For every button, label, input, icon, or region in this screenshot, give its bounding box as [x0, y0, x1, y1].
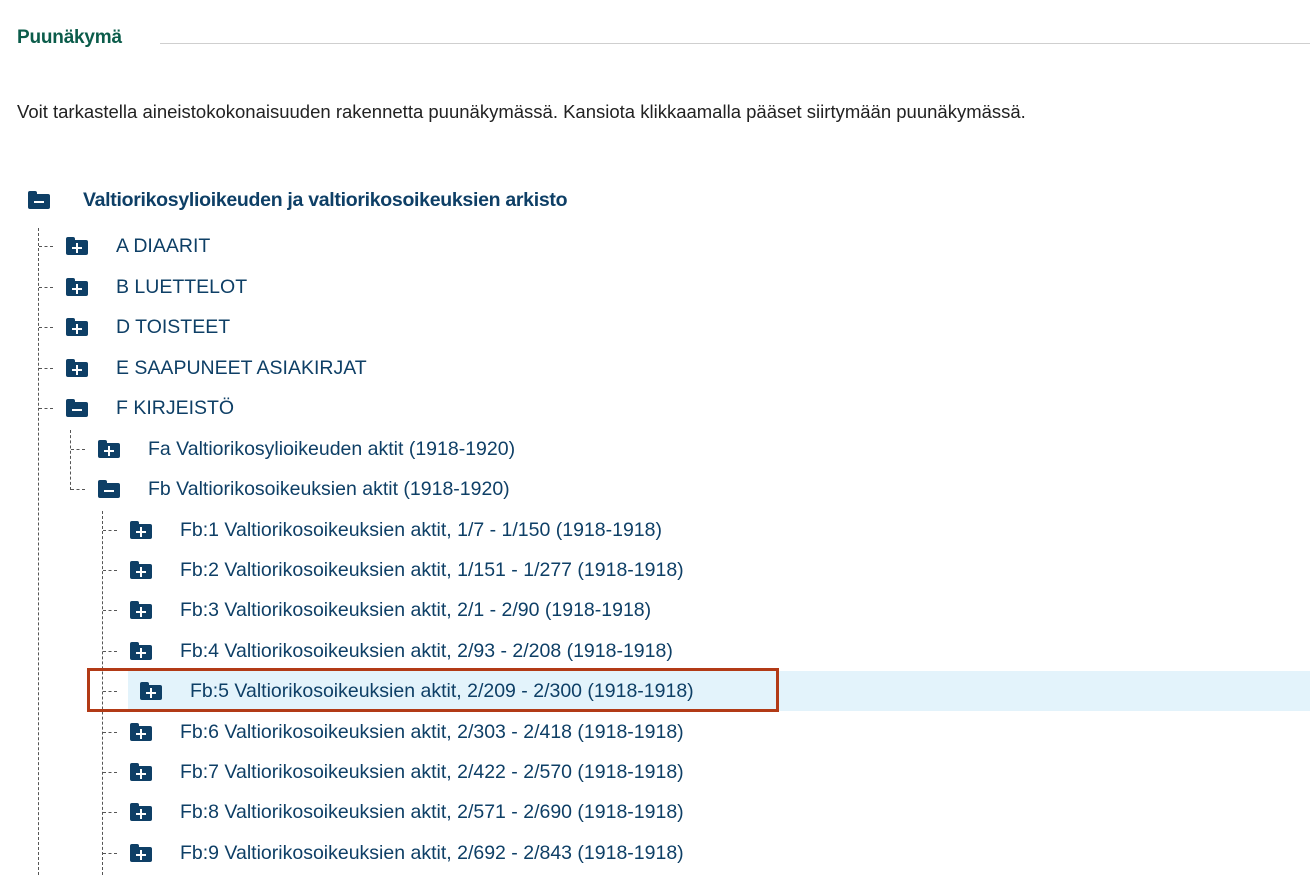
tree-node-label[interactable]: Fb:7 Valtiorikosoikeuksien aktit, 2/422 … [180, 761, 684, 784]
tree-node-f-kirjeisto[interactable]: F KIRJEISTÖ [66, 388, 234, 428]
tree-connector [103, 853, 117, 854]
tree-node-label[interactable]: Fb:6 Valtiorikosoikeuksien aktit, 2/303 … [180, 721, 684, 744]
tree-connector [39, 368, 53, 369]
tree-node-label[interactable]: Fb:3 Valtiorikosoikeuksien aktit, 2/1 - … [180, 599, 651, 622]
tree-node-b-luettelot[interactable]: B LUETTELOT [66, 267, 247, 307]
folder-plus-icon[interactable] [130, 601, 152, 619]
tree-node-fb[interactable]: Fb Valtiorikosoikeuksien aktit (1918-192… [98, 469, 510, 509]
tree-connector [103, 530, 117, 531]
folder-plus-icon[interactable] [130, 521, 152, 539]
tree-connector [103, 772, 117, 773]
tree-connector [39, 287, 53, 288]
folder-plus-icon[interactable] [130, 642, 152, 660]
tree-connector [39, 327, 53, 328]
folder-plus-icon[interactable] [130, 844, 152, 862]
folder-plus-icon[interactable] [66, 359, 88, 377]
tree-guide-line [102, 511, 103, 875]
tree-node-fb8[interactable]: Fb:8 Valtiorikosoikeuksien aktit, 2/571 … [130, 792, 684, 832]
tree-node-label[interactable]: Fb Valtiorikosoikeuksien aktit (1918-192… [148, 478, 510, 501]
tree-guide-line [70, 430, 71, 490]
tree-node-fb2[interactable]: Fb:2 Valtiorikosoikeuksien aktit, 1/151 … [130, 550, 684, 590]
folder-plus-icon[interactable] [66, 278, 88, 296]
tree-node-fb3[interactable]: Fb:3 Valtiorikosoikeuksien aktit, 2/1 - … [130, 590, 651, 630]
tree-connector [103, 651, 117, 652]
folder-minus-icon[interactable] [28, 191, 50, 209]
tree-connector [39, 408, 53, 409]
folder-plus-icon[interactable] [130, 803, 152, 821]
folder-plus-icon[interactable] [66, 318, 88, 336]
tree-node-fb9[interactable]: Fb:9 Valtiorikosoikeuksien aktit, 2/692 … [130, 833, 684, 873]
tree-connector [103, 610, 117, 611]
tree-node-fb7[interactable]: Fb:7 Valtiorikosoikeuksien aktit, 2/422 … [130, 752, 684, 792]
tree-guide-line [38, 228, 39, 875]
folder-plus-icon[interactable] [130, 763, 152, 781]
tree-node-label[interactable]: Fb:8 Valtiorikosoikeuksien aktit, 2/571 … [180, 801, 684, 824]
folder-plus-icon[interactable] [66, 237, 88, 255]
tree-connector [103, 812, 117, 813]
folder-plus-icon[interactable] [140, 682, 162, 700]
tree-node-fb6[interactable]: Fb:6 Valtiorikosoikeuksien aktit, 2/303 … [130, 712, 684, 752]
tree-connector [103, 691, 117, 692]
tree-node-d-toisteet[interactable]: D TOISTEET [66, 307, 230, 347]
tree-node-fb5-selected[interactable]: Fb:5 Valtiorikosoikeuksien aktit, 2/209 … [128, 671, 1310, 711]
tree-connector [71, 449, 85, 450]
tree-node-label[interactable]: A DIAARIT [116, 235, 210, 258]
tree-root-label[interactable]: Valtiorikosylioikeuden ja valtiorikosoik… [83, 189, 568, 212]
tree-view: Valtiorikosylioikeuden ja valtiorikosoik… [0, 0, 1310, 875]
tree-node-fb4[interactable]: Fb:4 Valtiorikosoikeuksien aktit, 2/93 -… [130, 631, 673, 671]
tree-node-label[interactable]: D TOISTEET [116, 316, 230, 339]
tree-connector [103, 732, 117, 733]
tree-node-label[interactable]: E SAAPUNEET ASIAKIRJAT [116, 357, 367, 380]
tree-connector [103, 570, 117, 571]
tree-node-a-diaarit[interactable]: A DIAARIT [66, 226, 210, 266]
folder-minus-icon[interactable] [98, 480, 120, 498]
tree-node-label[interactable]: Fa Valtiorikosylioikeuden aktit (1918-19… [148, 438, 515, 461]
tree-node-label[interactable]: Fb:4 Valtiorikosoikeuksien aktit, 2/93 -… [180, 640, 673, 663]
tree-connector [39, 246, 53, 247]
tree-node-e-saapuneet-asiakirjat[interactable]: E SAAPUNEET ASIAKIRJAT [66, 348, 367, 388]
folder-minus-icon[interactable] [66, 399, 88, 417]
tree-node-label[interactable]: Fb:9 Valtiorikosoikeuksien aktit, 2/692 … [180, 842, 684, 865]
tree-node-label[interactable]: Fb:5 Valtiorikosoikeuksien aktit, 2/209 … [190, 680, 694, 703]
tree-connector [71, 489, 85, 490]
folder-plus-icon[interactable] [130, 561, 152, 579]
tree-node-fa[interactable]: Fa Valtiorikosylioikeuden aktit (1918-19… [98, 429, 515, 469]
folder-plus-icon[interactable] [130, 723, 152, 741]
tree-node-label[interactable]: Fb:1 Valtiorikosoikeuksien aktit, 1/7 - … [180, 519, 662, 542]
tree-root-node[interactable]: Valtiorikosylioikeuden ja valtiorikosoik… [28, 180, 568, 220]
folder-plus-icon[interactable] [98, 440, 120, 458]
tree-node-label[interactable]: Fb:2 Valtiorikosoikeuksien aktit, 1/151 … [180, 559, 684, 582]
tree-node-label[interactable]: F KIRJEISTÖ [116, 397, 234, 420]
tree-node-fb1[interactable]: Fb:1 Valtiorikosoikeuksien aktit, 1/7 - … [130, 510, 662, 550]
tree-node-label[interactable]: B LUETTELOT [116, 276, 247, 299]
